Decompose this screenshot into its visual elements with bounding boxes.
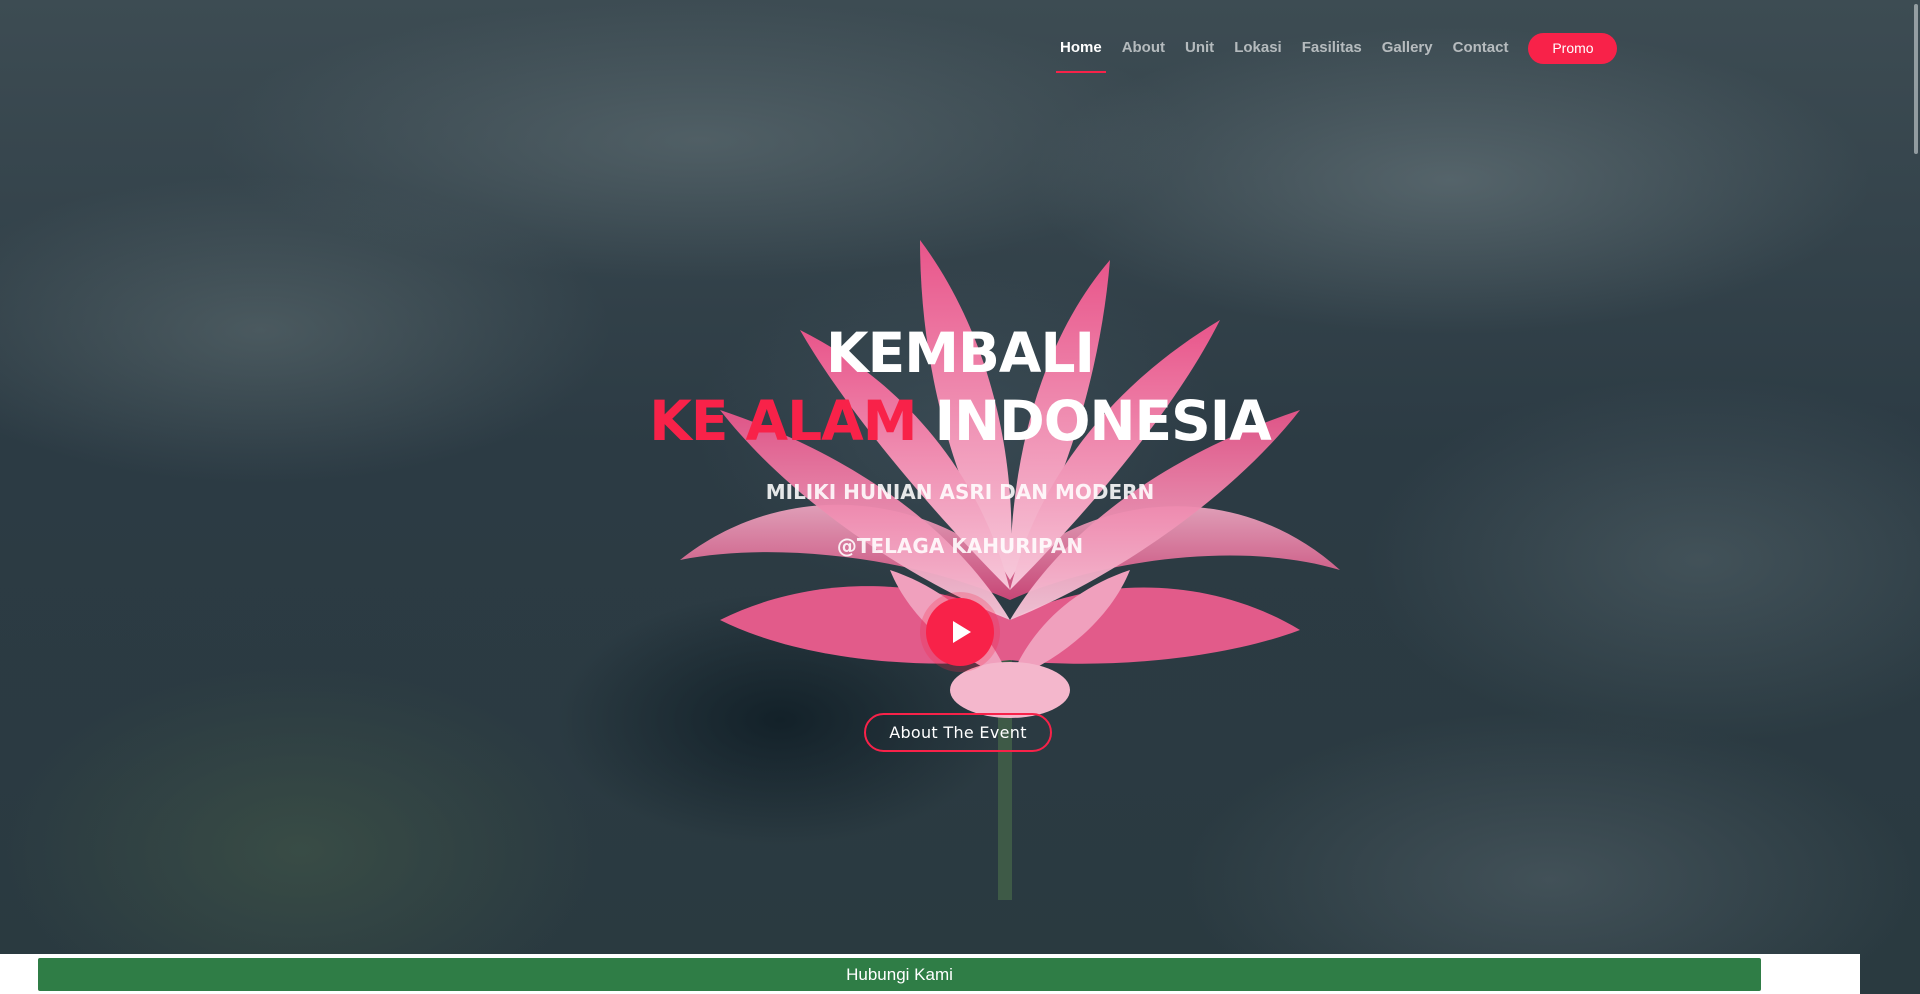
- hero-title-rest: INDONESIA: [916, 389, 1272, 453]
- nav-lokasi[interactable]: Lokasi: [1234, 33, 1282, 63]
- nav-contact[interactable]: Contact: [1453, 33, 1509, 63]
- hero-title-line1: KEMBALI: [826, 321, 1095, 385]
- nav-fasilitas[interactable]: Fasilitas: [1302, 33, 1362, 63]
- hero-location: @TELAGA KAHURIPAN: [836, 534, 1084, 558]
- scrollbar[interactable]: [1914, 4, 1918, 154]
- hero-subtitle: MILIKI HUNIAN ASRI DAN MODERN: [765, 480, 1155, 504]
- nav-unit[interactable]: Unit: [1185, 33, 1214, 63]
- main-nav: Home About Unit Lokasi Fasilitas Gallery…: [1056, 30, 1618, 73]
- contact-us-button[interactable]: Hubungi Kami: [38, 958, 1761, 991]
- nav-about[interactable]: About: [1122, 33, 1165, 63]
- play-video-button[interactable]: [926, 598, 994, 666]
- promo-button[interactable]: Promo: [1528, 32, 1618, 64]
- about-event-button[interactable]: About The Event: [864, 713, 1052, 752]
- nav-gallery[interactable]: Gallery: [1382, 33, 1433, 63]
- hero-title-accent: KE ALAM: [649, 389, 917, 453]
- hero-title-line2: KE ALAM INDONESIA: [0, 388, 1920, 454]
- play-icon: [953, 621, 971, 643]
- nav-home[interactable]: Home: [1056, 33, 1106, 73]
